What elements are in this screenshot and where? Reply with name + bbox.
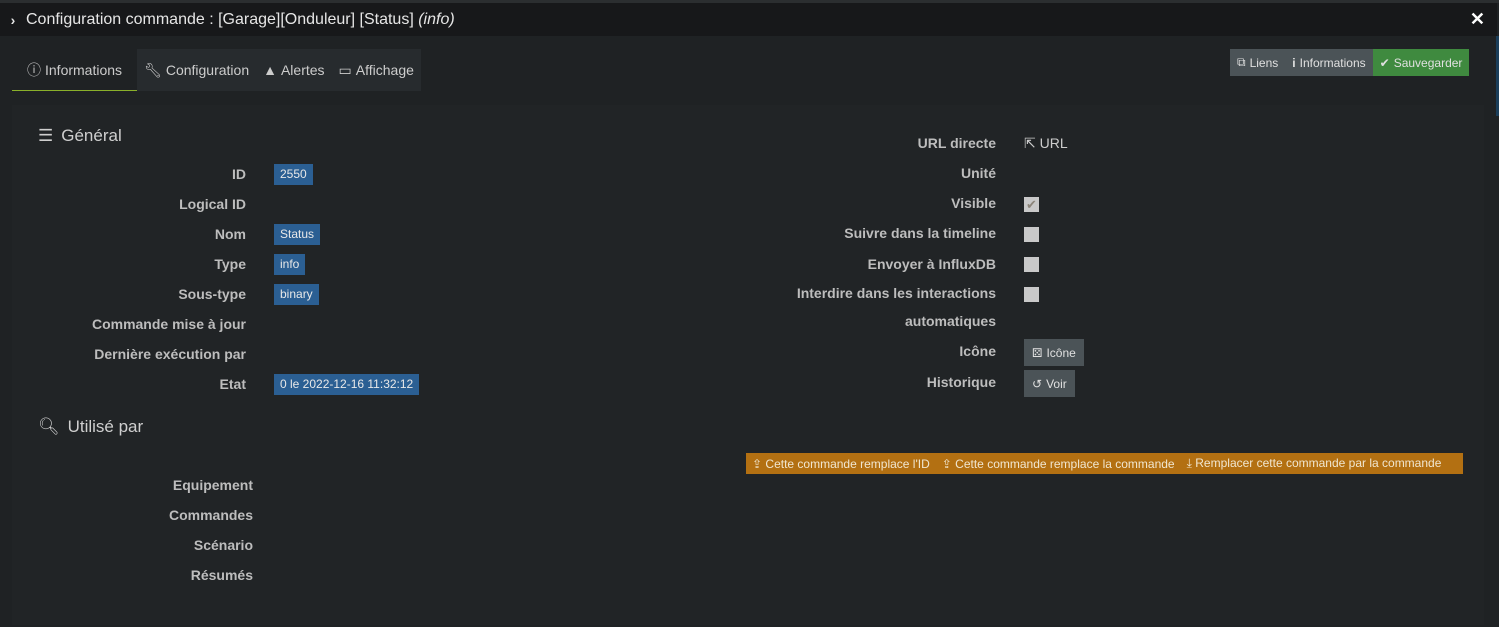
visible-label: Visible (951, 195, 996, 211)
logical-id-label: Logical ID (179, 196, 246, 212)
monitor-icon: ▭ (338, 61, 352, 78)
search-icon: 🔍︎ (38, 417, 60, 436)
save-button[interactable]: ✔ Sauvegarder (1372, 49, 1470, 76)
updated-command-label: Commande mise à jour (91, 316, 246, 332)
used-by-title: Utilisé par (67, 417, 144, 436)
info-icon: i (1292, 55, 1296, 70)
type-label: Type (214, 256, 246, 272)
icons-icon: ⚄ (1032, 345, 1043, 360)
links-button[interactable]: ⧉ Liens (1230, 49, 1286, 76)
name-value: Status (274, 224, 321, 245)
subtype-label: Sous-type (178, 286, 246, 302)
unit-label: Unité (961, 165, 996, 181)
id-label: ID (232, 166, 246, 182)
replace-by-label: Remplacer cette commande par la commande (1195, 456, 1442, 470)
tab-informations[interactable]: ⓘ Informations (12, 49, 138, 91)
list-icon: ☰ (38, 126, 54, 145)
modal-titlebar: › Configuration commande : [Garage][Ondu… (0, 3, 1497, 36)
used-by-scenario: Scénario (193, 537, 253, 553)
used-by-commands: Commandes (168, 507, 253, 523)
wrench-icon: 🔧︎ (144, 61, 162, 78)
action-buttons: ⧉ Liens i Informations ✔ Sauvegarder (1230, 49, 1470, 76)
url-link-text: URL (1039, 135, 1068, 151)
tab-label: Affichage (355, 62, 414, 78)
external-link-icon: ⇱ (1024, 135, 1036, 151)
general-title: Général (61, 126, 122, 145)
interactions-label-2: automatiques (904, 313, 996, 329)
tab-label: Alertes (280, 62, 325, 78)
url-link[interactable]: ⇱ URL (1024, 135, 1068, 152)
replace-by-button[interactable]: ⤓ Remplacer cette commande par la comman… (1187, 456, 1442, 471)
interactions-label: Interdire dans les interactions (796, 285, 996, 301)
name-label: Nom (214, 226, 246, 242)
upload-icon: ⇪ (941, 456, 952, 471)
links-icon: ⧉ (1237, 55, 1246, 69)
check-circle-icon: ✔ (1379, 55, 1390, 70)
timeline-checkbox[interactable] (1024, 227, 1039, 242)
icon-button-label: Icône (1046, 345, 1076, 360)
informations-label: Informations (1299, 55, 1366, 70)
used-by-heading: 🔍︎ Utilisé par (38, 417, 143, 437)
state-value: 0 le 2022-12-16 11:32:12 (274, 374, 420, 395)
chevron-right-icon[interactable]: › (0, 12, 26, 28)
download-icon: ⤓ (1186, 456, 1192, 470)
warning-icon: ▲ (263, 62, 277, 78)
used-by-equipment: Equipement (172, 477, 253, 493)
replace-command-label: Cette commande remplace la commande (955, 456, 1175, 471)
icon-label: Icône (959, 343, 996, 359)
informations-button[interactable]: i Informations (1285, 49, 1373, 76)
used-by-summaries: Résumés (190, 567, 253, 583)
upload-icon: ⇪ (752, 456, 763, 471)
tab-label: Informations (45, 61, 123, 78)
general-heading: ☰ Général (38, 126, 122, 146)
save-label: Sauvegarder (1393, 55, 1463, 70)
state-label: Etat (219, 376, 246, 392)
tab-label: Configuration (165, 62, 250, 78)
replace-id-label: Cette commande remplace l'ID (765, 456, 930, 471)
timeline-label: Suivre dans la timeline (844, 225, 996, 241)
history-button[interactable]: ↺ Voir (1024, 370, 1075, 397)
history-button-label: Voir (1046, 376, 1067, 391)
tab-configuration[interactable]: 🔧︎ Configuration (137, 49, 257, 91)
history-icon: ↺ (1032, 376, 1043, 391)
visible-checkbox[interactable]: ✔ (1024, 197, 1039, 212)
links-label: Liens (1249, 55, 1279, 70)
influx-label: Envoyer à InfluxDB (867, 256, 996, 272)
history-label: Historique (926, 374, 996, 390)
url-label: URL directe (917, 135, 996, 151)
id-value: 2550 (274, 164, 313, 185)
tab-alertes[interactable]: ▲ Alertes (256, 49, 332, 91)
tab-bar: ⓘ Informations 🔧︎ Configuration ▲ Alertes ▭… (12, 49, 421, 91)
replace-command-button[interactable]: ⇪ Cette commande remplace la commande (942, 457, 1175, 471)
influx-checkbox[interactable] (1024, 257, 1039, 272)
info-circle-icon: ⓘ (27, 61, 41, 78)
icon-button[interactable]: ⚄ Icône (1024, 339, 1084, 366)
last-exec-label: Dernière exécution par (94, 346, 246, 362)
close-icon[interactable]: ✕ (1470, 9, 1485, 30)
subtype-value: binary (274, 284, 319, 305)
replace-actions: ⇪ Cette commande remplace l'ID ⇪ Cette c… (746, 453, 1463, 474)
interactions-checkbox[interactable] (1024, 287, 1039, 302)
modal-title-type: (info) (418, 10, 455, 28)
type-value: info (274, 254, 306, 275)
modal-title: Configuration commande : [Garage][Ondule… (26, 10, 414, 28)
tab-affichage[interactable]: ▭ Affichage (331, 49, 421, 91)
replace-id-button[interactable]: ⇪ Cette commande remplace l'ID (752, 457, 930, 471)
